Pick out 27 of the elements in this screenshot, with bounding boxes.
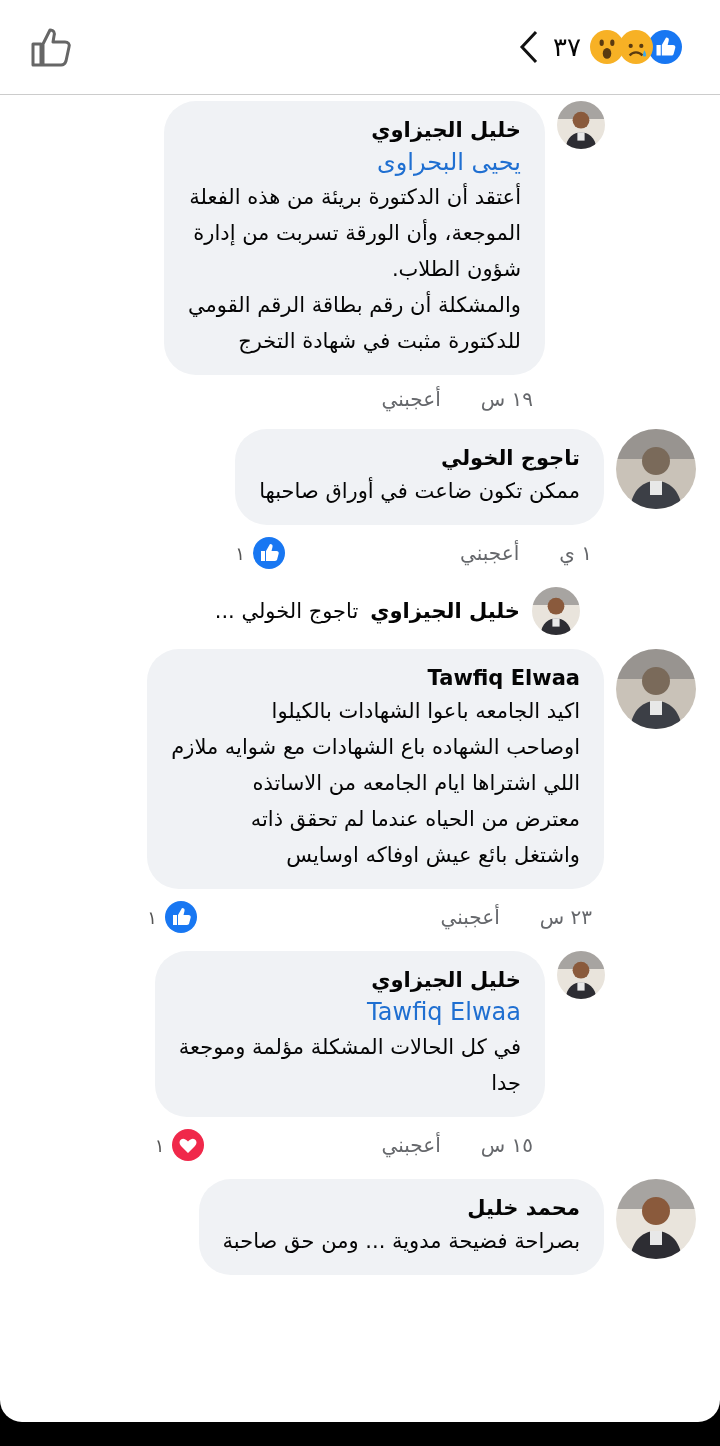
commenter-name[interactable]: Tawfiq Elwaa	[171, 663, 580, 693]
reaction-count: ١	[147, 906, 157, 928]
like-link[interactable]: أعجبني	[460, 541, 520, 565]
comment-time: ٢٣ س	[539, 905, 592, 929]
like-link[interactable]: أعجبني	[381, 1133, 441, 1157]
mention-link[interactable]: Tawfiq Elwaa	[178, 995, 521, 1029]
back-chevron-icon[interactable]	[519, 30, 540, 64]
commenter-name[interactable]: محمد خليل	[222, 1193, 580, 1223]
like-link[interactable]: أعجبني	[381, 387, 441, 411]
comment-time: ١ ي	[559, 541, 592, 565]
mention-link[interactable]: يحيى البحراوى	[188, 145, 521, 179]
comment-time: ١٩ س	[480, 387, 533, 411]
comment-text: اكيد الجامعه باعوا الشهادات بالكيلوا اوصاحب الشهاده باع الشهادات مع شوايه ملازم اللي اشتراها ايام الجامعه من الاساتذه معترض من الحياه عندما لم تحقق ذاته واشتغل بائع عيش اوفاكه اوسايس	[171, 698, 580, 869]
comment-text: في كل الحالات المشكلة مؤلمة وموجعة جدا	[178, 1034, 521, 1097]
reaction-count: ١	[235, 542, 245, 564]
like-link[interactable]: أعجبني	[440, 905, 500, 929]
reaction-count: ١	[154, 1134, 165, 1156]
comment-text: ممكن تكون ضاعت في أوراق صاحبها	[259, 476, 580, 505]
commenter-name[interactable]: خليل الجيزاوي	[178, 965, 521, 995]
reaction-count[interactable]: ٣٧	[553, 32, 581, 62]
commenter-name[interactable]: تاجوج الخولي	[259, 443, 580, 473]
comment-time: ١٥ س	[480, 1133, 533, 1157]
commenter-name[interactable]: خليل الجيزاوي	[188, 115, 521, 145]
comment-text: أعتقد أن الدكتورة بريئة من هذه الفعلة الموجعة، وأن الورقة تسربت من إدارة شؤون الطلاب. والمشكلة أن رقم بطاقة الرقم القومي للدكتورة مثبت في شهادة التخرج	[188, 182, 521, 356]
reply-preview-text[interactable]: تاجوج الخولي ...	[214, 599, 359, 623]
commenter-name[interactable]: خليل الجيزاوي	[370, 599, 520, 623]
comment-text: بصراحة فضيحة مدوية ... ومن حق صاحبة	[222, 1228, 580, 1255]
